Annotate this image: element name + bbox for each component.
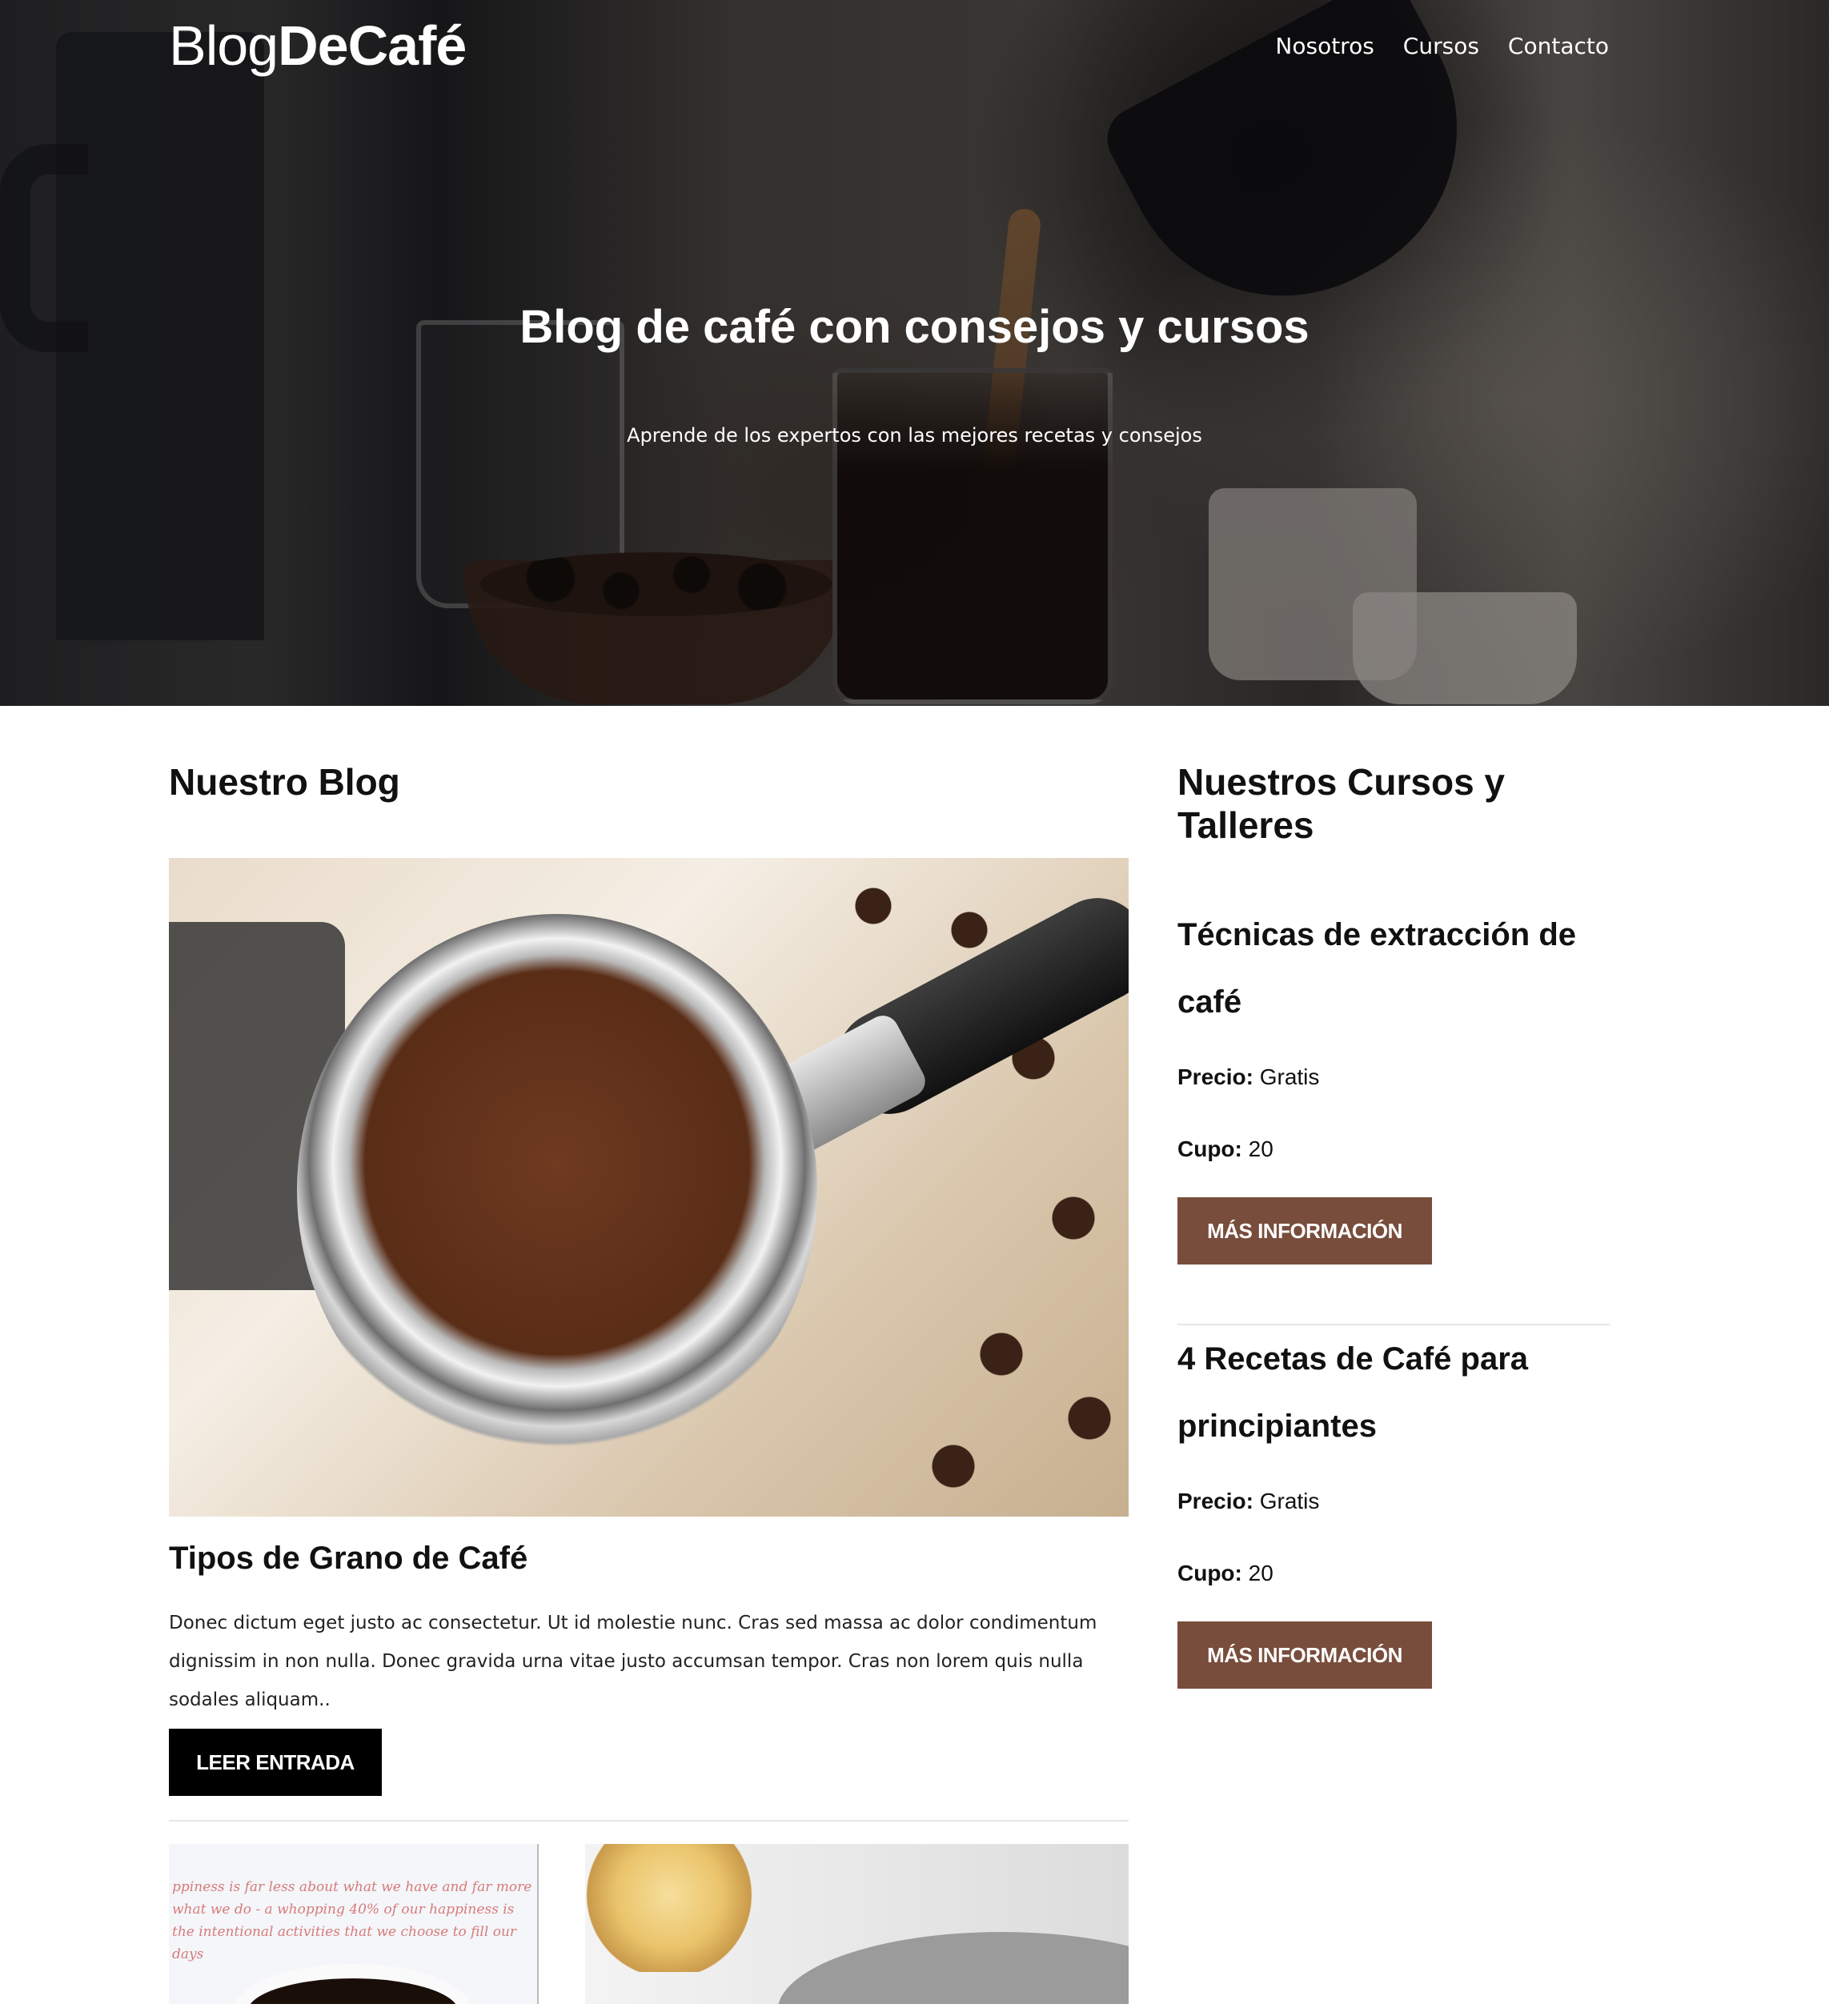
post-excerpt: Donec dictum eget justo ac consectetur. … xyxy=(169,1613,1097,1710)
image-printed-text: ppiness is far less about what we have a… xyxy=(172,1879,532,1962)
quota-label: Cupo: xyxy=(1177,1136,1242,1161)
price-label: Precio: xyxy=(1177,1064,1253,1089)
top-bar: BlogDeCafé Nosotros Cursos Contacto xyxy=(169,10,1609,82)
site-logo[interactable]: BlogDeCafé xyxy=(169,14,467,78)
logo-text-light: Blog xyxy=(169,14,279,77)
logo-text-bold: DeCafé xyxy=(278,14,467,77)
post-title[interactable]: Tipos de Grano de Café xyxy=(169,1541,1129,1577)
course-item: Técnicas de extracción de café Precio: G… xyxy=(1177,901,1610,1265)
post-image-coffee-cupcake: ppiness is far less about what we have a… xyxy=(169,1844,1129,2004)
blog-section: Nuestro Blog Tipos de Grano de Café Done… xyxy=(169,706,1129,2004)
more-info-button[interactable]: Más Información xyxy=(1177,1621,1432,1689)
post-image-portafilter xyxy=(169,858,1129,1517)
quota-value: 20 xyxy=(1248,1561,1273,1585)
course-title: Técnicas de extracción de café xyxy=(1177,917,1577,1020)
course-item: 4 Recetas de Café para principiantes Pre… xyxy=(1177,1325,1610,1689)
blog-post: Tipos de Grano de Café Donec dictum eget… xyxy=(169,858,1129,1796)
course-price: Precio: Gratis xyxy=(1177,1489,1610,1514)
course-quota: Cupo: 20 xyxy=(1177,1136,1610,1162)
nav-link-cursos[interactable]: Cursos xyxy=(1403,33,1479,59)
course-quota: Cupo: 20 xyxy=(1177,1561,1610,1586)
nav-link-contacto[interactable]: Contacto xyxy=(1508,33,1609,59)
price-label: Precio: xyxy=(1177,1489,1253,1513)
price-value: Gratis xyxy=(1259,1489,1320,1513)
price-value: Gratis xyxy=(1259,1064,1320,1089)
post-divider xyxy=(169,1820,1129,1822)
course-price: Precio: Gratis xyxy=(1177,1064,1610,1090)
main-nav: Nosotros Cursos Contacto xyxy=(1275,33,1609,59)
hero-title: Blog de café con consejos y cursos xyxy=(519,301,1310,353)
hero-header: BlogDeCafé Nosotros Cursos Contacto Blog… xyxy=(0,0,1829,706)
main-content: Nuestro Blog Tipos de Grano de Café Done… xyxy=(0,706,1829,2016)
nav-link-nosotros[interactable]: Nosotros xyxy=(1275,33,1374,59)
quota-label: Cupo: xyxy=(1177,1561,1242,1585)
course-title: 4 Recetas de Café para principiantes xyxy=(1177,1341,1529,1444)
more-info-button[interactable]: Más Información xyxy=(1177,1197,1432,1265)
blog-section-title: Nuestro Blog xyxy=(169,761,400,803)
quota-value: 20 xyxy=(1248,1136,1273,1161)
read-post-button[interactable]: Leer Entrada xyxy=(169,1729,382,1796)
courses-section-title: Nuestros Cursos y Talleres xyxy=(1177,761,1506,846)
courses-section: Nuestros Cursos y Talleres Técnicas de e… xyxy=(1177,706,1610,1689)
hero-subtitle: Aprende de los expertos con las mejores … xyxy=(627,424,1202,447)
